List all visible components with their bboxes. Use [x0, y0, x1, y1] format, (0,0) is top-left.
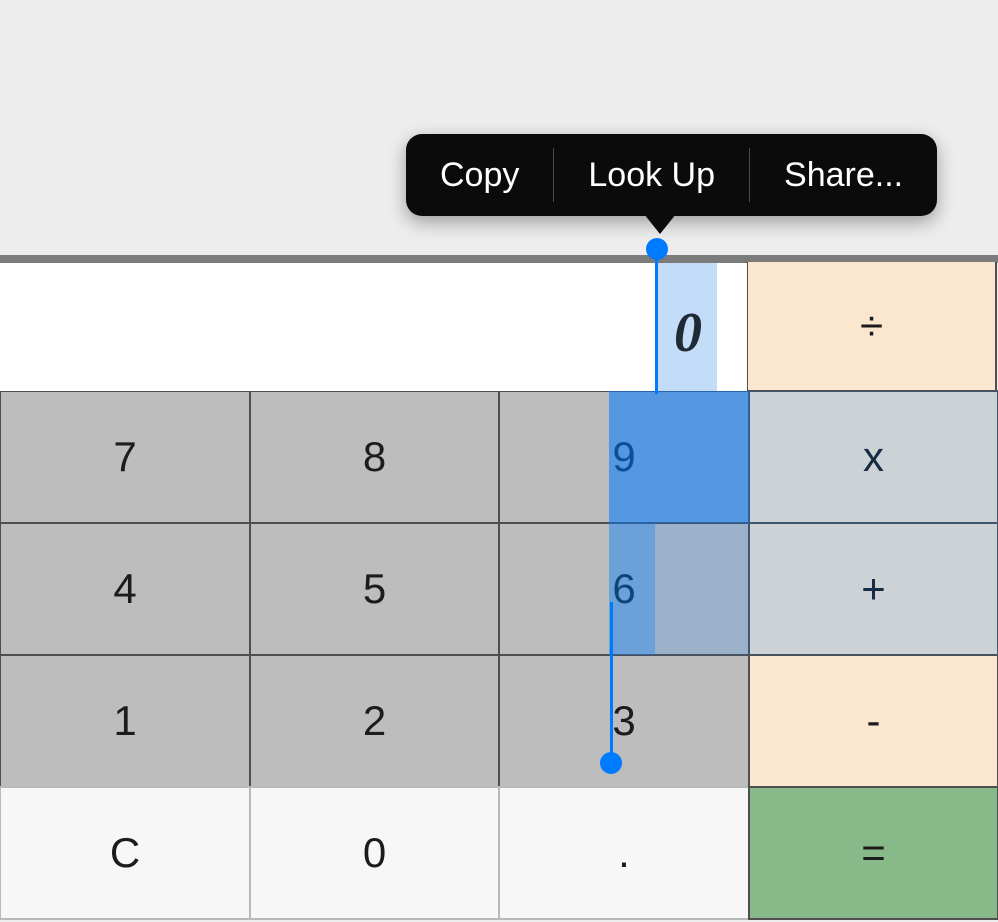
plus-button[interactable]: +	[748, 522, 998, 656]
divide-button[interactable]: ÷	[746, 262, 997, 392]
key-7[interactable]: 7	[0, 390, 251, 524]
minus-button[interactable]: -	[748, 654, 998, 788]
key-3[interactable]: 3	[498, 654, 750, 788]
keypad-grid: 7 8 9 x 4 5 6 + 1 2 3 - C 0 . =	[0, 391, 998, 919]
selection-caret-line-top	[655, 249, 658, 394]
key-1[interactable]: 1	[0, 654, 251, 788]
key-9[interactable]: 9	[498, 390, 750, 524]
key-5[interactable]: 5	[249, 522, 500, 656]
display-value: 0	[674, 301, 702, 365]
calculator-surface: 0 ÷ 7 8 9 x 4 5 6 + 1 2 3 - C 0 . =	[0, 255, 998, 919]
display-cell[interactable]: 0	[0, 263, 747, 391]
key-8[interactable]: 8	[249, 390, 500, 524]
context-menu-share[interactable]: Share...	[750, 134, 937, 216]
context-menu-copy[interactable]: Copy	[406, 134, 553, 216]
key-6[interactable]: 6	[498, 522, 750, 656]
clear-button[interactable]: C	[0, 786, 251, 920]
key-2[interactable]: 2	[249, 654, 500, 788]
context-menu: Copy Look Up Share...	[406, 134, 937, 216]
selection-caret-line-bottom	[610, 602, 613, 760]
context-menu-caret-icon	[644, 214, 676, 234]
context-menu-lookup[interactable]: Look Up	[554, 134, 749, 216]
key-4[interactable]: 4	[0, 522, 251, 656]
selection-caret-dot-top[interactable]	[646, 238, 668, 260]
selection-caret-dot-bottom[interactable]	[600, 752, 622, 774]
decimal-button[interactable]: .	[498, 786, 750, 920]
equals-button[interactable]: =	[748, 786, 998, 920]
key-0[interactable]: 0	[249, 786, 500, 920]
divide-label: ÷	[860, 302, 883, 350]
display-row: 0 ÷	[0, 263, 998, 391]
multiply-button[interactable]: x	[748, 390, 998, 524]
